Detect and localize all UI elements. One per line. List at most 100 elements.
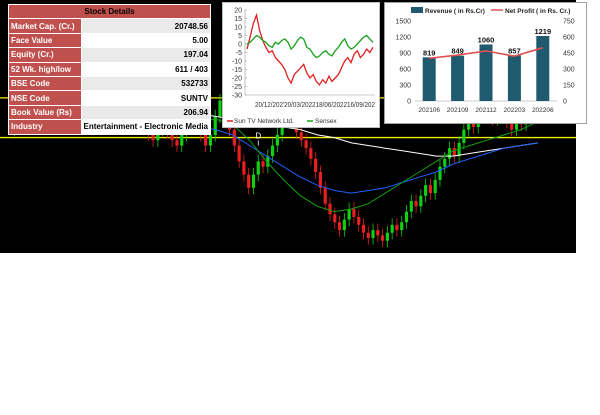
x-tick-label: 202106: [418, 107, 440, 114]
relative-performance-svg: 2015 105 0-5 -10-15 -20-25 -30 20/12/202'20/03…: [227, 8, 375, 125]
revenue-bar: [536, 35, 550, 102]
y-tick-label: -10: [232, 59, 242, 66]
y-right-tick-label: 450: [563, 51, 575, 58]
candle-body: [180, 134, 184, 146]
candle-body: [242, 161, 246, 175]
stock-details-header-row: Stock Details: [8, 3, 211, 20]
candle-body: [251, 174, 256, 188]
stock-details-title: Stock Details: [8, 3, 211, 20]
y-tick-label: -5: [236, 50, 242, 57]
dividend-marker-label: D: [255, 132, 261, 141]
y-right-tick-label: 300: [563, 67, 575, 74]
revenue-bar: [507, 55, 521, 101]
revenue-bar: [479, 44, 493, 101]
x-tick-labels: 20/12/202'20/03/202218/06/202216/09/202: [255, 102, 375, 109]
y-right-tick-label: 150: [563, 83, 575, 90]
stock-row: Market Cap. (Cr.) 20748.56: [8, 18, 212, 34]
y-right-tick-label: 0: [563, 99, 567, 106]
candle-body: [409, 201, 413, 212]
candle-body: [361, 224, 366, 233]
candle-body: [462, 129, 466, 143]
legend-label: Sensex: [315, 118, 337, 125]
candle-body: [232, 129, 236, 146]
x-tick-label: 202206: [532, 107, 554, 114]
revenue-bar: [451, 55, 465, 101]
stock-row: Equity (Cr.) 197.04: [8, 47, 212, 63]
stock-row-label: Book Value (Rs): [8, 104, 82, 121]
candle-body: [237, 145, 241, 162]
revenue-profit-chart: Revenue ( in Rs.Cr) Net Profit ( in Rs. C…: [384, 2, 587, 124]
candle-body: [419, 195, 423, 207]
candle-body: [424, 185, 428, 196]
stock-row: 52 Wk. high/low 611 / 403: [8, 61, 212, 77]
stock-row-value: 611 / 403: [80, 61, 212, 77]
candle-body: [151, 134, 155, 141]
candle-body: [342, 219, 346, 231]
x-tick-label: 202203: [504, 107, 526, 114]
stock-row-value: 5.00: [80, 32, 212, 49]
y-tick-label: 0: [238, 42, 242, 49]
y-left-tick-label: 0: [407, 99, 411, 106]
candle-body: [380, 235, 385, 241]
stock-row: Face Value 5.00: [8, 32, 212, 49]
stock-row-value: 197.04: [80, 47, 212, 63]
stock-row-value: 532733: [80, 75, 212, 92]
stock-row-label: Market Cap. (Cr.): [8, 18, 82, 34]
revenue-data-label: 819: [423, 48, 436, 57]
candle-body: [438, 166, 442, 180]
candle-body: [395, 224, 399, 231]
candle-body: [175, 140, 179, 146]
stock-details-table: Stock Details Market Cap. (Cr.) 20748.56 …: [8, 3, 212, 135]
y-tick-label: 15: [234, 16, 242, 23]
candle-body: [271, 145, 275, 157]
stock-row-label: Equity (Cr.): [8, 47, 82, 63]
candle-body: [309, 148, 313, 159]
revenue-bar: [422, 57, 436, 101]
stock-row-value: 206.94: [80, 104, 212, 121]
stock-row-label: Industry: [8, 119, 82, 135]
candle-body: [433, 179, 437, 194]
stock-row-value: 20748.56: [80, 18, 212, 34]
y-left-tick-label: 1200: [395, 35, 411, 42]
x-tick-label: 202109: [447, 107, 469, 114]
candle-body: [352, 208, 356, 217]
stock-row: NSE Code SUNTV: [8, 90, 212, 106]
candle-body: [443, 158, 447, 167]
y-tick-label: 5: [238, 33, 242, 40]
legend-label: Revenue ( in Rs.Cr): [425, 8, 485, 15]
stock-row: BSE Code 532733: [8, 75, 212, 92]
candle-body: [452, 148, 456, 157]
y-left-tick-label: 300: [399, 83, 411, 90]
stock-row-value: SUNTV: [80, 90, 212, 106]
stock-row-label: Face Value: [8, 32, 82, 49]
candle-body: [208, 134, 213, 146]
y-right-tick-label: 750: [563, 19, 575, 26]
candle-body: [304, 140, 308, 149]
legend-label: Sun TV Network Ltd.: [234, 118, 294, 125]
candle-body: [323, 187, 327, 204]
candle-body: [366, 232, 370, 239]
y-tick-label: -30: [232, 93, 242, 100]
stock-row: Industry Entertainment - Electronic Media: [8, 119, 212, 135]
candle-body: [256, 161, 260, 175]
candle-body: [299, 132, 303, 141]
stock-row-label: BSE Code: [8, 75, 82, 92]
stock-row: Book Value (Rs) 206.94: [8, 104, 212, 121]
y-left-tick-label: 900: [399, 51, 411, 58]
candle-body: [428, 185, 433, 194]
legend-swatch: [411, 7, 423, 13]
revenue-data-label: 1219: [534, 27, 551, 36]
candle-body: [385, 232, 389, 241]
candle-body: [328, 203, 332, 215]
candle-body: [333, 214, 337, 223]
candle-body: [390, 224, 394, 233]
revenue-data-label: 857: [508, 46, 521, 55]
candle-body: [414, 201, 418, 207]
y-left-tick-label: 600: [399, 67, 411, 74]
candle-body: [204, 134, 208, 146]
x-tick-label: 202112: [475, 107, 497, 114]
revenue-data-label: 1060: [478, 35, 495, 44]
candle-body: [347, 208, 351, 220]
candle-body: [247, 174, 251, 188]
stock-row-label: 52 Wk. high/low: [8, 61, 82, 77]
